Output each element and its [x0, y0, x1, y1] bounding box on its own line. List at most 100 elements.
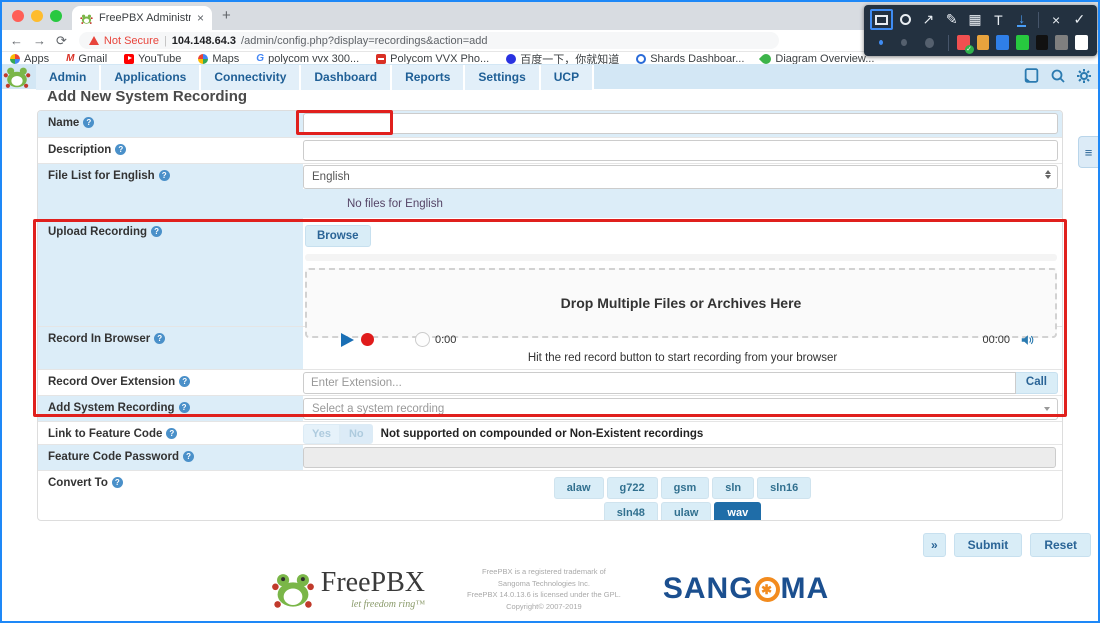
stroke-small-option[interactable]	[879, 40, 884, 45]
help-icon[interactable]: ?	[158, 170, 170, 181]
bookmark-polycom-vvx300[interactable]: Gpolycom vvx 300...	[256, 53, 359, 65]
submit-button[interactable]: Submit	[953, 533, 1023, 557]
close-window-button[interactable]	[12, 10, 24, 22]
bookmark-diagram[interactable]: Diagram Overview...	[759, 51, 874, 66]
color-swatch-orange[interactable]	[976, 35, 990, 50]
sangoma-logo: SANG ✱ MA	[663, 574, 829, 604]
record-icon[interactable]	[361, 333, 374, 346]
browser-tab[interactable]: FreePBX Administration ×	[72, 6, 212, 30]
nav-tab-admin[interactable]: Admin	[36, 65, 102, 90]
expand-actions-button[interactable]: »	[922, 533, 946, 557]
convert-wav-button-selected[interactable]: wav	[714, 502, 762, 520]
no-toggle-button[interactable]: No	[339, 424, 373, 444]
feature-label: Link to Feature Code?	[38, 422, 303, 444]
name-input[interactable]	[303, 113, 1058, 134]
convert-g722-button[interactable]: g722	[606, 477, 658, 499]
color-swatch-blue[interactable]	[996, 35, 1009, 50]
browse-button[interactable]: Browse	[305, 225, 371, 247]
bookmark-shards[interactable]: Shards Dashboar...	[636, 53, 744, 65]
help-icon[interactable]: ?	[166, 428, 178, 439]
featurepwd-label: Feature Code Password?	[38, 445, 303, 470]
yes-toggle-button[interactable]: Yes	[303, 424, 340, 444]
toolbar-divider	[1038, 11, 1040, 28]
upload-progress-bar	[305, 254, 1057, 261]
tab-close-icon[interactable]: ×	[197, 11, 204, 25]
zoom-window-button[interactable]	[50, 10, 62, 22]
bookmark-youtube[interactable]: YouTube	[124, 53, 181, 65]
ellipse-tool-icon[interactable]	[893, 9, 916, 30]
download-tool-icon[interactable]: ↓	[1010, 9, 1033, 30]
convert-sln48-button[interactable]: sln48	[603, 502, 658, 520]
sidebar-toggle-button[interactable]: ≡	[1078, 136, 1098, 168]
color-swatch-black[interactable]	[1035, 35, 1049, 50]
convert-sln16-button[interactable]: sln16	[757, 477, 812, 499]
call-button[interactable]: Call	[1015, 372, 1058, 394]
convert-sln-button[interactable]: sln	[712, 477, 755, 499]
tab-title: FreePBX Administration	[99, 12, 191, 24]
help-icon[interactable]: ?	[178, 402, 190, 413]
name-row: Name?	[38, 111, 1062, 138]
help-icon[interactable]: ?	[115, 144, 127, 155]
forward-icon[interactable]: →	[33, 33, 46, 48]
bookmark-maps[interactable]: Maps	[198, 53, 239, 65]
cancel-capture-icon[interactable]: ×	[1044, 9, 1067, 30]
help-icon[interactable]: ?	[154, 333, 166, 344]
freepbx-tagline: let freedom ring™	[351, 598, 426, 610]
language-select[interactable]: English	[303, 165, 1058, 189]
brush-tool-icon[interactable]: ✎	[940, 9, 963, 30]
address-bar[interactable]: Not Secure | 104.148.64.3 /admin/config.…	[78, 32, 779, 49]
back-icon[interactable]: ←	[10, 33, 23, 48]
color-swatch-white[interactable]	[1074, 35, 1088, 50]
stroke-medium-option[interactable]	[901, 39, 908, 46]
confirm-capture-icon[interactable]: ✓	[1068, 9, 1091, 30]
shot-options-row	[870, 31, 1091, 54]
new-tab-button[interactable]: +	[222, 7, 231, 24]
arrow-tool-icon[interactable]: ↗	[917, 9, 940, 30]
play-icon[interactable]	[341, 333, 354, 347]
feature-note: Not supported on compounded or Non-Exist…	[380, 428, 704, 440]
nav-tab-settings[interactable]: Settings	[465, 65, 541, 90]
gear-icon[interactable]	[1076, 68, 1092, 84]
rectangle-tool-icon[interactable]	[870, 9, 893, 30]
reset-button[interactable]: Reset	[1030, 533, 1091, 557]
mosaic-tool-icon[interactable]: ▦	[963, 9, 986, 30]
help-icon[interactable]: ?	[183, 451, 195, 462]
color-swatch-gray[interactable]	[1055, 35, 1068, 50]
help-icon[interactable]: ?	[83, 117, 95, 128]
search-icon[interactable]	[1050, 68, 1066, 84]
convert-alaw-button[interactable]: alaw	[553, 477, 604, 499]
color-swatch-green[interactable]	[1015, 35, 1029, 50]
stroke-large-option[interactable]	[925, 37, 934, 48]
nav-tab-dashboard[interactable]: Dashboard	[301, 65, 393, 90]
record-in-browser-row: Record In Browser? 0:00 00:00 Hit the re…	[38, 327, 1062, 370]
freepbx-logo-icon[interactable]	[2, 62, 32, 90]
reload-icon[interactable]: ⟳	[56, 33, 67, 49]
description-input[interactable]	[303, 140, 1058, 161]
minimize-window-button[interactable]	[31, 10, 43, 22]
nav-tab-connectivity[interactable]: Connectivity	[201, 65, 302, 90]
help-icon[interactable]: ?	[179, 376, 191, 387]
chevron-down-icon	[1044, 407, 1050, 411]
convert-ulaw-button[interactable]: ulaw	[660, 502, 712, 520]
playback-slider-handle[interactable]	[415, 332, 430, 347]
help-icon[interactable]: ?	[111, 477, 123, 488]
bookmark-gmail[interactable]: M Gmail	[66, 53, 107, 65]
convert-to-row: Convert To? alaw g722 gsm sln sln16 sln4…	[38, 471, 1062, 520]
help-icon[interactable]: ?	[151, 226, 163, 237]
total-time: 00:00	[982, 334, 1010, 346]
language-select-value: English	[312, 171, 350, 183]
text-tool-icon[interactable]: T	[987, 9, 1010, 30]
convert-gsm-button[interactable]: gsm	[660, 477, 710, 499]
color-swatch-red[interactable]	[956, 35, 974, 54]
toolbar-divider	[947, 34, 949, 51]
form-action-bar: » Submit Reset	[922, 533, 1091, 557]
speaker-icon[interactable]	[1020, 333, 1034, 347]
system-recording-select[interactable]: Select a system recording	[303, 398, 1058, 420]
extension-input[interactable]	[303, 372, 1016, 394]
sangoma-wordmark-left: SANG	[662, 572, 754, 606]
nav-tab-applications[interactable]: Applications	[101, 65, 202, 90]
language-page-icon[interactable]	[1023, 67, 1040, 84]
bookmark-polycom-vvx-pho[interactable]: Polycom VVX Pho...	[376, 53, 489, 65]
nav-tab-reports[interactable]: Reports	[392, 65, 466, 90]
nav-tab-ucp[interactable]: UCP	[540, 65, 595, 90]
